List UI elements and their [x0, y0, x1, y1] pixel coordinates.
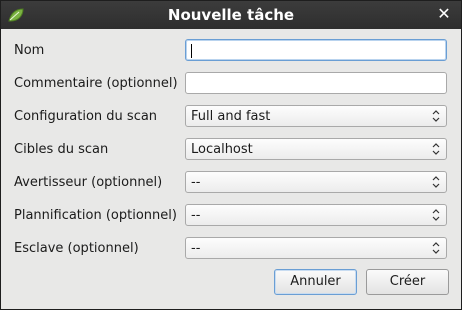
updown-chevron-icon: [432, 110, 440, 122]
alert-value: --: [191, 175, 201, 190]
text-caret: [191, 44, 192, 58]
window-title: Nouvelle tâche: [167, 6, 295, 24]
scan-config-select[interactable]: Full and fast: [185, 105, 447, 127]
schedule-select[interactable]: --: [185, 204, 447, 226]
scan-targets-label: Cibles du scan: [14, 142, 109, 157]
alert-select[interactable]: --: [185, 171, 447, 193]
row-alert: Avertisseur (optionnel) --: [14, 171, 454, 195]
scan-config-value: Full and fast: [191, 109, 271, 124]
scan-targets-value: Localhost: [191, 142, 253, 157]
schedule-label: Plannification (optionnel): [14, 208, 177, 223]
name-input[interactable]: [185, 39, 447, 61]
cancel-button[interactable]: Annuler: [274, 269, 357, 295]
name-label: Nom: [14, 43, 45, 58]
title-bar[interactable]: Nouvelle tâche ✕: [1, 1, 461, 29]
updown-chevron-icon: [432, 242, 440, 254]
new-task-dialog: Nouvelle tâche ✕ Nom Commentaire (option…: [0, 0, 462, 310]
comment-label: Commentaire (optionnel): [14, 76, 178, 91]
schedule-value: --: [191, 208, 201, 223]
updown-chevron-icon: [432, 176, 440, 188]
row-comment: Commentaire (optionnel): [14, 72, 454, 96]
updown-chevron-icon: [432, 143, 440, 155]
row-slave: Esclave (optionnel) --: [14, 237, 454, 261]
scan-config-label: Configuration du scan: [14, 109, 158, 124]
row-name: Nom: [14, 39, 454, 63]
close-icon[interactable]: ✕: [435, 5, 453, 23]
slave-select[interactable]: --: [185, 237, 447, 259]
slave-value: --: [191, 241, 201, 256]
updown-chevron-icon: [432, 209, 440, 221]
alert-label: Avertisseur (optionnel): [14, 175, 163, 190]
row-scan-config: Configuration du scan Full and fast: [14, 105, 454, 129]
create-button[interactable]: Créer: [366, 269, 449, 295]
slave-label: Esclave (optionnel): [14, 241, 139, 256]
row-schedule: Plannification (optionnel) --: [14, 204, 454, 228]
comment-input[interactable]: [185, 72, 447, 94]
row-scan-targets: Cibles du scan Localhost: [14, 138, 454, 162]
scan-targets-select[interactable]: Localhost: [185, 138, 447, 160]
